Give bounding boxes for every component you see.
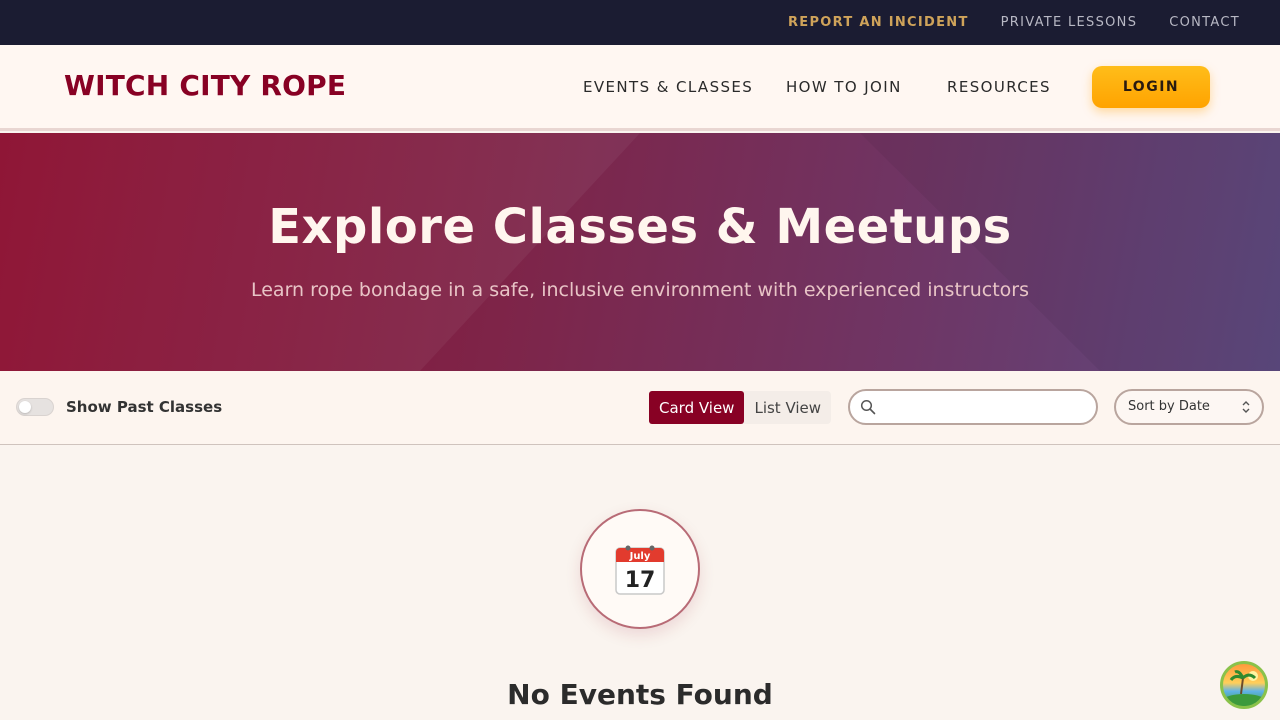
show-past-label: Show Past Classes <box>66 398 223 416</box>
view-toggle: Card View List View <box>649 391 832 424</box>
main-header: WITCH CITY ROPE EVENTS & CLASSES HOW TO … <box>0 45 1280 131</box>
hero-title: Explore Classes & Meetups <box>268 199 1012 255</box>
nav-resources[interactable]: RESOURCES <box>947 78 1051 96</box>
private-lessons-link[interactable]: PRIVATE LESSONS <box>1001 15 1138 30</box>
calendar-day: 17 <box>625 568 656 593</box>
calendar-month: July <box>629 551 651 562</box>
list-view-button[interactable]: List View <box>744 391 831 424</box>
nav-how-to-join[interactable]: HOW TO JOIN <box>786 78 902 96</box>
search-input[interactable] <box>882 395 1087 419</box>
sort-select[interactable]: Sort by Date <box>1114 389 1264 425</box>
report-incident-link[interactable]: REPORT AN INCIDENT <box>788 15 969 30</box>
filter-bar: Show Past Classes Card View List View So… <box>0 371 1280 445</box>
empty-state-title: No Events Found <box>507 678 773 711</box>
show-past-toggle[interactable] <box>16 398 54 416</box>
chevron-updown-icon <box>1242 401 1250 413</box>
empty-state-icon-circle: July 17 <box>580 509 700 629</box>
card-view-button[interactable]: Card View <box>649 391 745 424</box>
contact-link[interactable]: CONTACT <box>1169 15 1240 30</box>
floating-avatar-button[interactable] <box>1220 661 1268 709</box>
toggle-knob <box>19 401 31 413</box>
sort-label: Sort by Date <box>1128 399 1210 414</box>
search-icon <box>860 399 876 415</box>
utility-bar: REPORT AN INCIDENT PRIVATE LESSONS CONTA… <box>0 0 1280 45</box>
hero-banner: Explore Classes & Meetups Learn rope bon… <box>0 133 1280 371</box>
calendar-icon: July 17 <box>615 545 665 595</box>
login-button[interactable]: LOGIN <box>1092 66 1210 108</box>
search-box <box>848 389 1098 425</box>
site-logo[interactable]: WITCH CITY ROPE <box>64 69 346 102</box>
nav-events-classes[interactable]: EVENTS & CLASSES <box>583 78 753 96</box>
hero-subtitle: Learn rope bondage in a safe, inclusive … <box>250 279 1029 301</box>
beach-avatar-icon <box>1224 670 1264 706</box>
